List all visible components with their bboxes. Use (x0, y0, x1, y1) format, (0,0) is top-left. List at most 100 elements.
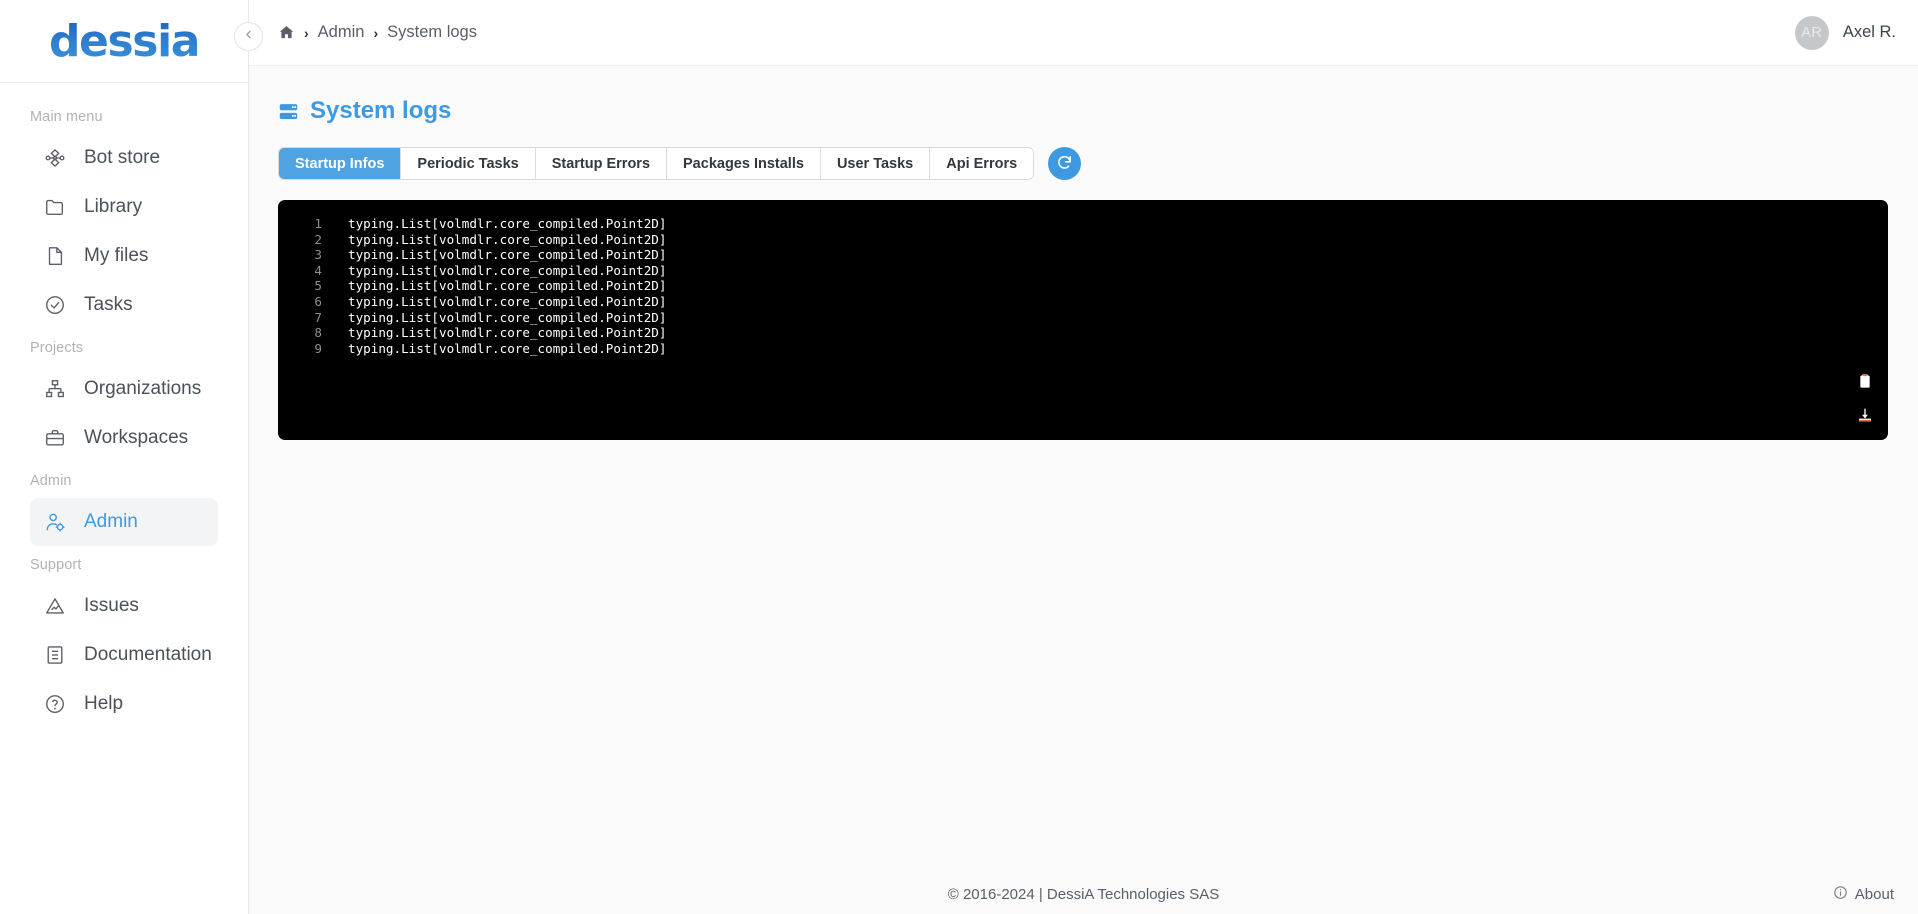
sidebar-item-workspaces[interactable]: Workspaces (30, 414, 218, 462)
sidebar-section-label: Support (30, 557, 82, 573)
sidebar-item-label: Admin (84, 511, 138, 532)
sidebar-section-label: Main menu (30, 109, 103, 125)
tab-packages-installs[interactable]: Packages Installs (667, 148, 821, 179)
briefcase-icon (42, 425, 68, 451)
log-action-buttons (1856, 372, 1874, 424)
log-line-number: 2 (314, 231, 322, 247)
sidebar-item-label: Issues (84, 595, 139, 616)
clipboard-icon[interactable] (1856, 372, 1874, 390)
tab-startup-infos[interactable]: Startup Infos (279, 148, 402, 179)
sidebar: dessia Main menu Bot store Library My files… (0, 0, 249, 914)
log-line: 7 typing.List[volmdlr.core_compiled.Point… (292, 310, 1888, 326)
log-line: 3 typing.List[volmdlr.core_compiled.Point… (292, 247, 1888, 263)
sidebar-item-tasks[interactable]: Tasks (30, 281, 218, 329)
sidebar-item-organizations[interactable]: Organizations (30, 365, 218, 413)
sidebar-item-my-files[interactable]: My files (30, 232, 218, 280)
log-line: 2 typing.List[volmdlr.core_compiled.Point… (292, 232, 1888, 248)
log-output-panel[interactable]: 1 typing.List[volmdlr.core_compiled.Point… (278, 200, 1888, 440)
log-line: 1 typing.List[volmdlr.core_compiled.Point… (292, 216, 1888, 232)
log-line-text: typing.List[volmdlr.core_compiled.Point2… (348, 309, 667, 325)
sidebar-item-label: Documentation (84, 644, 212, 665)
check-circle-icon (42, 292, 68, 318)
log-line-number: 1 (314, 216, 322, 231)
tab-periodic-tasks[interactable]: Periodic Tasks (401, 148, 536, 179)
top-bar: › Admin › System logs AR Axel R. (249, 0, 1918, 66)
breadcrumb: › Admin › System logs (278, 23, 477, 42)
sidebar-item-label: Organizations (84, 378, 202, 399)
log-line-number: 5 (314, 278, 322, 294)
page-title: System logs (278, 97, 1888, 125)
user-name: Axel R. (1842, 23, 1896, 41)
page-title-text: System logs (310, 97, 452, 124)
footer: © 2016-2024 | DessiA Technologies SAS Ab… (249, 874, 1918, 914)
log-line-number: 9 (314, 340, 322, 356)
refresh-button[interactable] (1048, 147, 1082, 180)
sitemap-icon (42, 376, 68, 402)
about-label: About (1854, 885, 1894, 903)
sidebar-item-label: Help (84, 693, 124, 714)
nodes-icon (42, 145, 68, 171)
tab-api-errors[interactable]: Api Errors (930, 148, 1034, 179)
breadcrumb-item-system-logs[interactable]: System logs (387, 23, 477, 42)
log-line: 8 typing.List[volmdlr.core_compiled.Point… (292, 325, 1888, 341)
page-content: System logs Startup Infos Periodic Tasks S… (249, 66, 1918, 914)
sidebar-item-issues[interactable]: Issues (30, 582, 218, 630)
tabs-row: Startup Infos Periodic Tasks Startup Error… (278, 147, 1888, 180)
brand-logo-text: dessia (48, 15, 200, 67)
avatar: AR (1794, 15, 1829, 50)
sidebar-item-admin[interactable]: Admin (30, 498, 218, 546)
log-line-number: 8 (314, 325, 322, 341)
sidebar-item-label: Library (84, 196, 143, 217)
log-line-text: typing.List[volmdlr.core_compiled.Point2… (348, 278, 667, 294)
book-icon (42, 642, 68, 668)
log-line-number: 6 (314, 293, 322, 309)
sidebar-item-documentation[interactable]: Documentation (30, 631, 218, 679)
log-lines: 1 typing.List[volmdlr.core_compiled.Point… (278, 216, 1888, 356)
log-line: 4 typing.List[volmdlr.core_compiled.Point… (292, 263, 1888, 279)
breadcrumb-item-admin[interactable]: Admin (318, 23, 365, 42)
log-line-number: 4 (314, 262, 322, 278)
tab-startup-errors[interactable]: Startup Errors (535, 148, 668, 179)
about-button[interactable]: About (1833, 885, 1894, 904)
sidebar-collapse-button[interactable] (234, 22, 263, 51)
info-circle-icon (1833, 885, 1848, 904)
log-line-text: typing.List[volmdlr.core_compiled.Point2… (348, 247, 667, 263)
user-menu[interactable]: AR Axel R. (1794, 15, 1896, 50)
question-circle-icon (42, 691, 68, 717)
sidebar-item-label: Workspaces (84, 427, 189, 448)
download-icon[interactable] (1856, 406, 1874, 424)
log-line-text: typing.List[volmdlr.core_compiled.Point2… (348, 262, 667, 278)
sidebar-item-label: My files (84, 245, 149, 266)
file-icon (42, 243, 68, 269)
main-area: › Admin › System logs AR Axel R. System … (249, 0, 1918, 914)
log-line-text: typing.List[volmdlr.core_compiled.Point2… (348, 325, 667, 341)
chevron-left-icon (242, 28, 255, 46)
log-line: 6 typing.List[volmdlr.core_compiled.Point… (292, 294, 1888, 310)
log-line-text: typing.List[volmdlr.core_compiled.Point2… (348, 216, 667, 231)
log-line: 9 typing.List[volmdlr.core_compiled.Point… (292, 341, 1888, 357)
log-line-text: typing.List[volmdlr.core_compiled.Point2… (348, 231, 667, 247)
log-line: 5 typing.List[volmdlr.core_compiled.Point… (292, 278, 1888, 294)
log-line-text: typing.List[volmdlr.core_compiled.Point2… (348, 340, 667, 356)
warning-triangle-icon (42, 593, 68, 619)
sidebar-item-label: Bot store (84, 147, 161, 168)
tab-user-tasks[interactable]: User Tasks (820, 148, 931, 179)
app-root: dessia Main menu Bot store Library My files… (0, 0, 1918, 914)
sidebar-item-bot-store[interactable]: Bot store (30, 134, 218, 182)
user-gear-icon (42, 509, 68, 535)
sidebar-section-label: Projects (30, 340, 84, 356)
sidebar-nav: Main menu Bot store Library My files Tasks Pr… (0, 83, 248, 729)
footer-copyright: © 2016-2024 | DessiA Technologies SAS (947, 885, 1220, 903)
home-icon[interactable] (278, 24, 295, 41)
brand-logo[interactable]: dessia (0, 0, 248, 83)
breadcrumb-separator-1: › (304, 24, 309, 41)
sidebar-item-help[interactable]: Help (30, 680, 218, 728)
log-tabs: Startup Infos Periodic Tasks Startup Error… (278, 147, 1035, 180)
refresh-icon (1056, 154, 1073, 174)
sidebar-item-label: Tasks (84, 294, 133, 315)
folder-icon (42, 194, 68, 220)
server-icon (278, 101, 299, 122)
log-line-number: 7 (314, 309, 322, 325)
sidebar-item-library[interactable]: Library (30, 183, 218, 231)
log-line-number: 3 (314, 247, 322, 263)
